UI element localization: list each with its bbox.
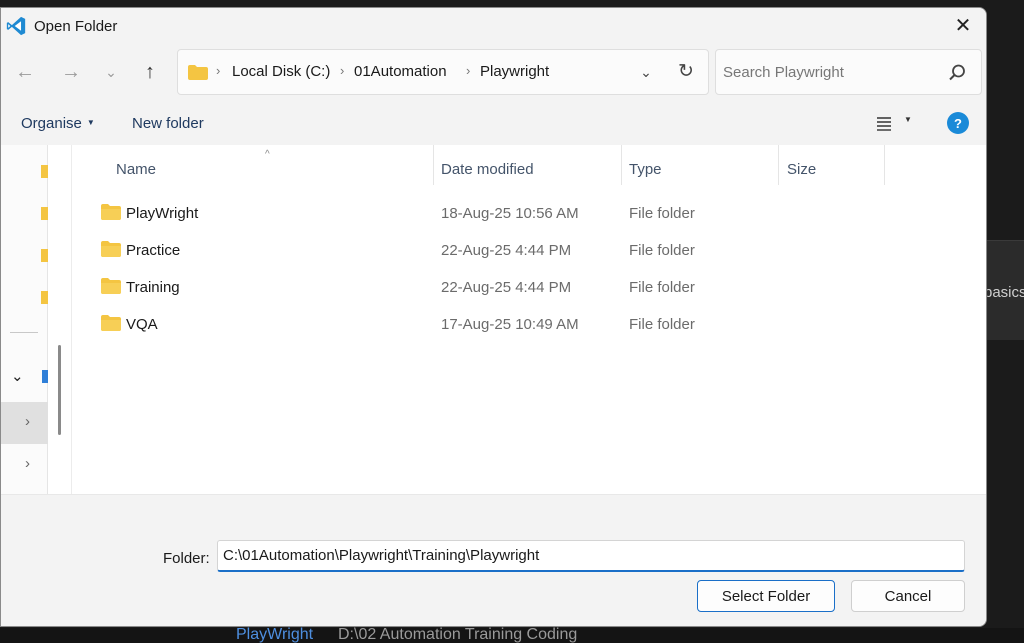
file-date: 22-Aug-25 4:44 PM <box>441 279 572 296</box>
file-name: PlayWright <box>126 205 199 222</box>
navigation-pane: ⌄ › › <box>1 145 48 494</box>
list-view-icon[interactable] <box>875 114 893 132</box>
up-arrow-icon[interactable]: ↑ <box>136 58 164 86</box>
column-header-size[interactable]: Size <box>787 145 816 185</box>
title-bar: Open Folder ✕ <box>1 8 986 44</box>
background-recent-path: D:\02 Automation Training Coding <box>338 626 578 643</box>
nav-folder-icon[interactable] <box>41 207 48 220</box>
folder-icon <box>188 65 208 80</box>
breadcrumb-separator-icon: › <box>340 63 345 78</box>
vscode-logo-icon <box>6 16 26 36</box>
open-folder-dialog: Open Folder ✕ ← → ⌄ ↑ › Local Disk (C:) … <box>0 7 987 627</box>
file-date: 18-Aug-25 10:56 AM <box>441 205 579 222</box>
background-recent-name[interactable]: PlayWright <box>236 626 313 643</box>
navigation-row: ← → ⌄ ↑ › Local Disk (C:) › 01Automation… <box>1 44 986 102</box>
column-separator[interactable] <box>778 145 779 185</box>
close-icon[interactable]: ✕ <box>948 10 978 40</box>
column-separator[interactable] <box>433 145 434 185</box>
nav-folder-icon[interactable] <box>41 165 48 178</box>
dialog-footer: Folder: Select Folder Cancel <box>1 494 986 626</box>
file-row[interactable]: VQA 17-Aug-25 10:49 AM File folder <box>73 304 885 341</box>
organise-button[interactable]: Organise ▼ <box>21 115 95 132</box>
file-name: Training <box>126 279 180 296</box>
breadcrumb-01automation[interactable]: 01Automation <box>354 63 447 80</box>
new-folder-button[interactable]: New folder <box>132 115 204 132</box>
nav-folder-icon[interactable] <box>41 249 48 262</box>
file-date: 17-Aug-25 10:49 AM <box>441 316 579 333</box>
column-header-type[interactable]: Type <box>629 145 662 185</box>
file-row[interactable]: Practice 22-Aug-25 4:44 PM File folder <box>73 230 885 267</box>
folder-icon <box>101 241 121 257</box>
refresh-icon[interactable]: ↻ <box>674 59 698 83</box>
file-name: Practice <box>126 242 181 259</box>
select-folder-button[interactable]: Select Folder <box>697 580 835 612</box>
folder-path-input[interactable] <box>217 540 965 572</box>
content-area: ⌄ › › ^ Name Date modified Type Size Pla… <box>1 145 986 494</box>
nav-folder-icon[interactable] <box>41 291 48 304</box>
view-options-caret-icon[interactable]: ▼ <box>904 115 912 124</box>
breadcrumb-local-disk[interactable]: Local Disk (C:) <box>232 63 330 80</box>
command-bar: Organise ▼ New folder ▼ ? <box>1 102 986 145</box>
file-type: File folder <box>629 205 695 222</box>
background-text: basics <box>984 284 1024 301</box>
file-type: File folder <box>629 316 695 333</box>
breadcrumb-separator-icon: › <box>216 63 221 78</box>
folder-field-label: Folder: <box>163 550 210 567</box>
file-row[interactable]: PlayWright 18-Aug-25 10:56 AM File folde… <box>73 193 885 230</box>
breadcrumb-separator-icon: › <box>466 63 471 78</box>
file-date: 22-Aug-25 4:44 PM <box>441 242 572 259</box>
forward-arrow-icon[interactable]: → <box>57 58 85 86</box>
file-list: ^ Name Date modified Type Size PlayWrigh… <box>73 145 986 494</box>
organise-label: Organise <box>21 115 82 132</box>
column-header-date-modified[interactable]: Date modified <box>441 145 534 185</box>
column-header-name[interactable]: Name <box>116 145 156 185</box>
cancel-button[interactable]: Cancel <box>851 580 965 612</box>
folder-icon <box>101 278 121 294</box>
file-type: File folder <box>629 242 695 259</box>
column-separator[interactable] <box>884 145 885 185</box>
sort-ascending-icon: ^ <box>265 149 270 160</box>
breadcrumb-playwright[interactable]: Playwright <box>480 63 549 80</box>
chevron-down-icon[interactable]: ⌄ <box>11 367 24 385</box>
folder-icon <box>101 315 121 331</box>
address-bar[interactable]: › Local Disk (C:) › 01Automation › Playw… <box>177 49 709 95</box>
search-box[interactable]: Search Playwright <box>715 49 982 95</box>
chevron-down-icon[interactable]: ⌄ <box>634 60 658 84</box>
recent-locations-chevron-icon[interactable]: ⌄ <box>97 58 125 86</box>
nav-divider <box>10 332 38 333</box>
help-icon[interactable]: ? <box>947 112 969 134</box>
column-separator[interactable] <box>621 145 622 185</box>
back-arrow-icon[interactable]: ← <box>11 58 39 86</box>
file-name: VQA <box>126 316 158 333</box>
scrollbar-thumb[interactable] <box>58 345 61 435</box>
folder-icon <box>101 204 121 220</box>
chevron-right-icon[interactable]: › <box>25 455 30 472</box>
search-icon[interactable] <box>947 63 967 83</box>
chevron-right-icon[interactable]: › <box>25 413 30 430</box>
file-type: File folder <box>629 279 695 296</box>
dialog-title: Open Folder <box>34 18 118 35</box>
file-row[interactable]: Training 22-Aug-25 4:44 PM File folder <box>73 267 885 304</box>
nav-scrollbar[interactable] <box>48 145 72 494</box>
search-placeholder: Search Playwright <box>723 64 844 81</box>
caret-down-icon: ▼ <box>86 118 95 127</box>
